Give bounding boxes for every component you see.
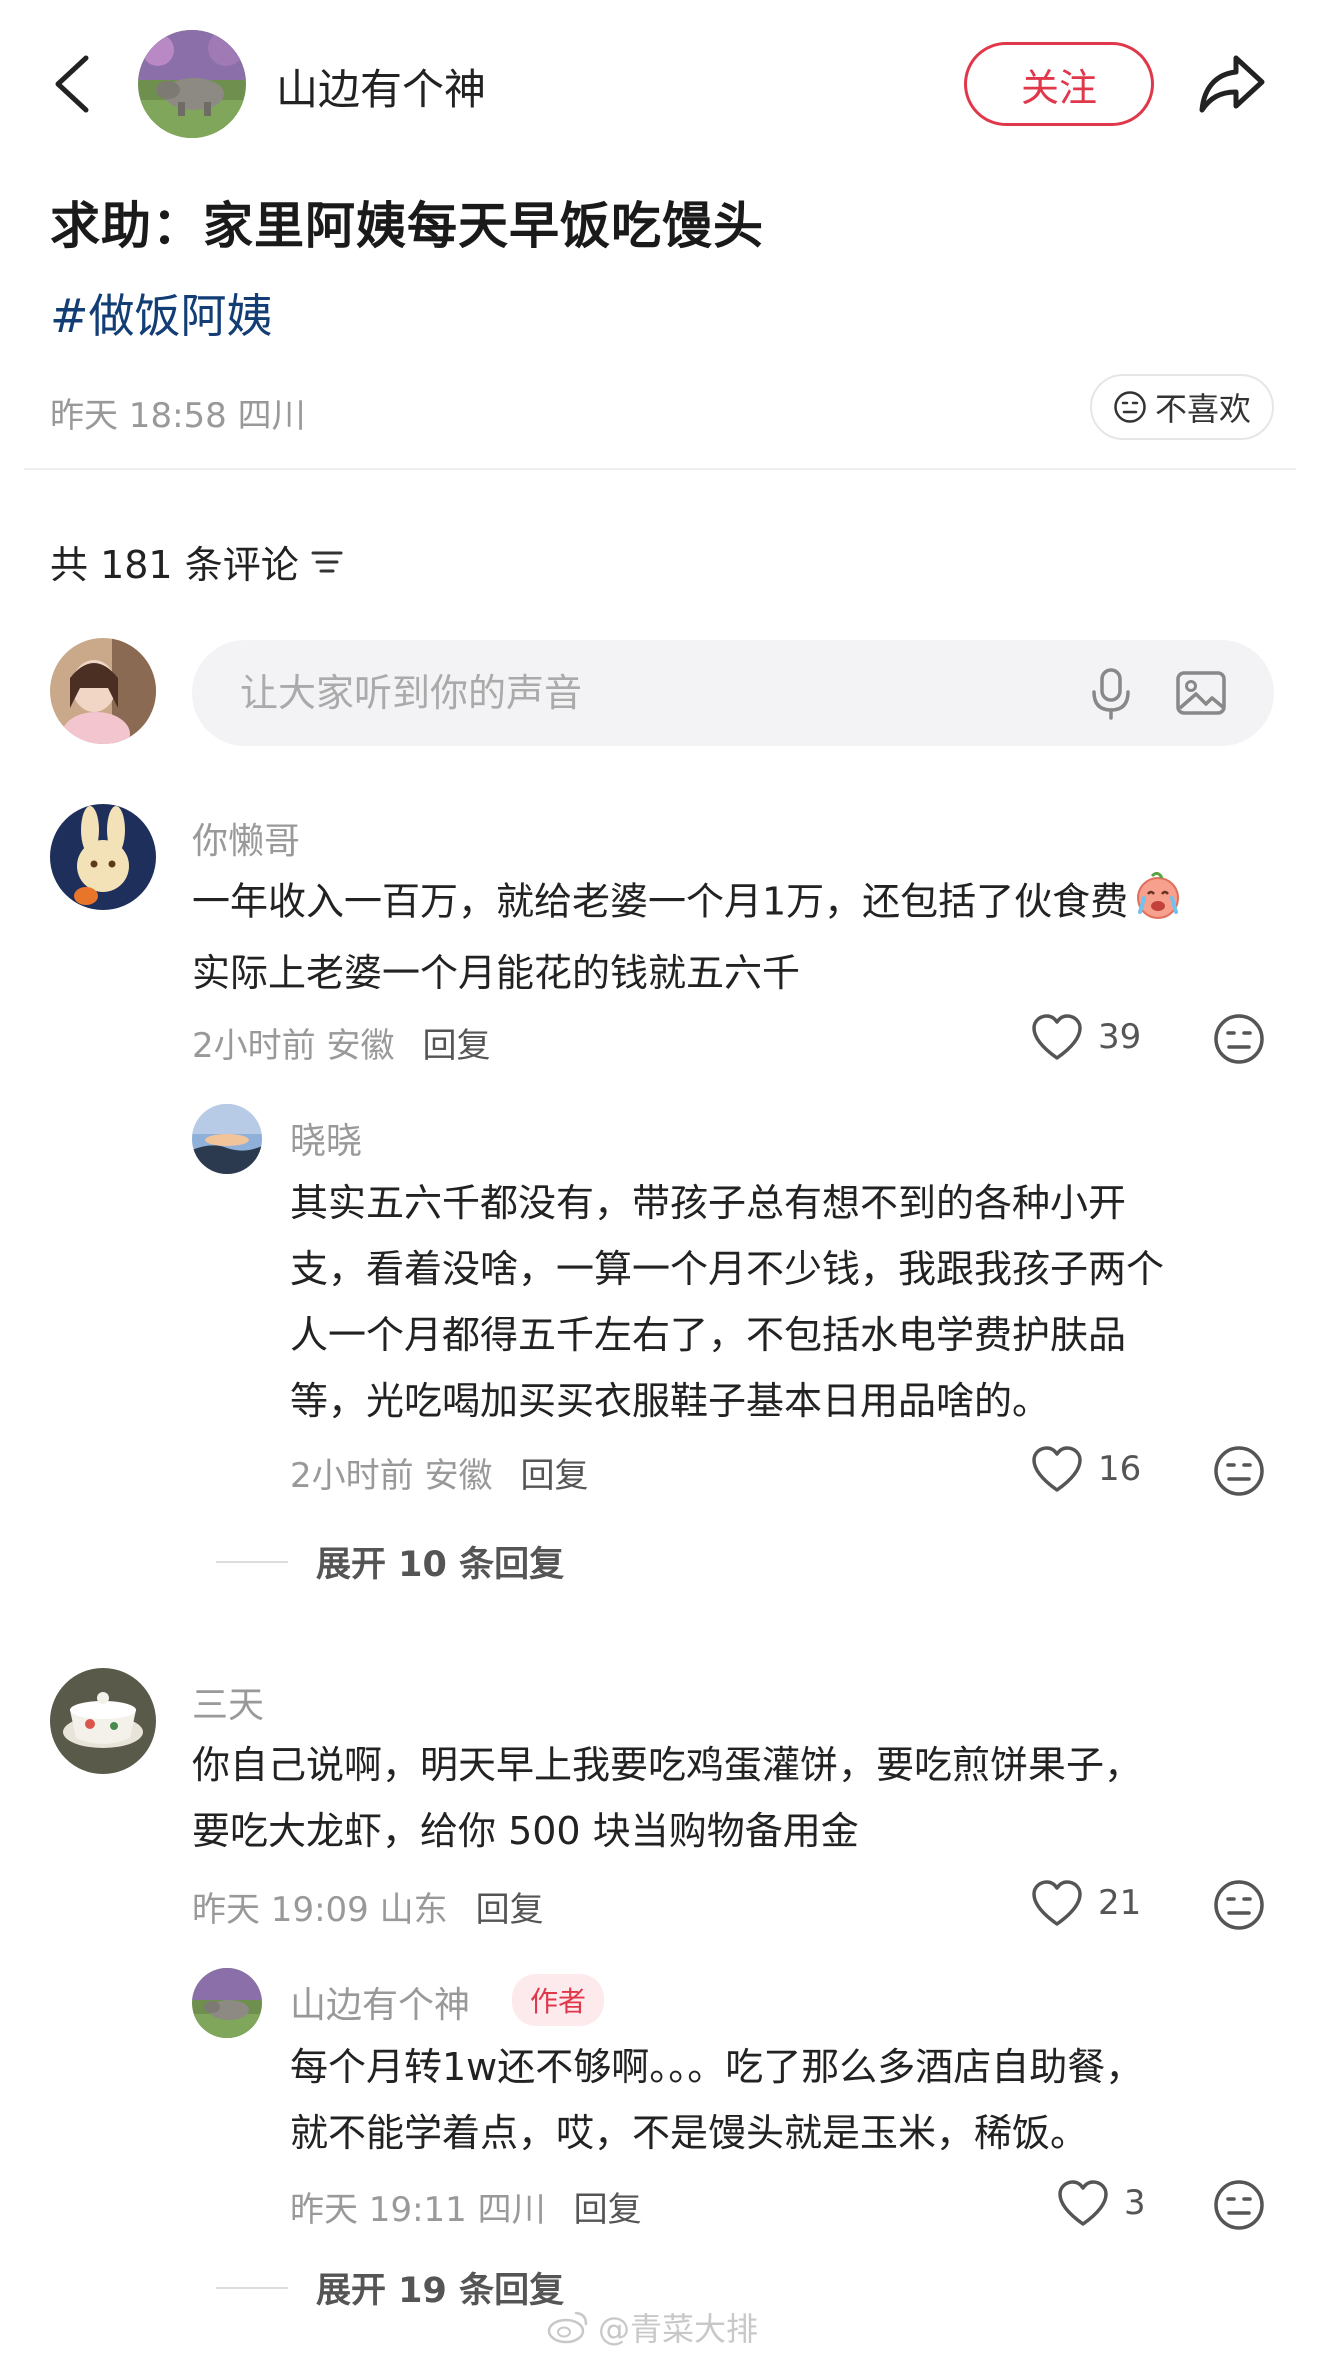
watermark-text: @青菜大排 <box>598 2310 759 2348</box>
reply-button[interactable]: 回复 <box>520 1456 588 1496</box>
divider-line <box>216 1560 288 1563</box>
meh-face-icon[interactable] <box>1212 1444 1266 1498</box>
back-icon[interactable] <box>50 52 94 116</box>
share-icon[interactable] <box>1196 52 1268 116</box>
commenter-name[interactable]: 你懒哥 <box>192 812 300 864</box>
image-icon[interactable] <box>1172 664 1230 722</box>
replier-avatar[interactable] <box>192 1104 262 1174</box>
commenter-avatar[interactable] <box>50 1668 156 1774</box>
heart-icon <box>1058 2180 1108 2226</box>
expand-replies-button[interactable]: 展开 10 条回复 <box>216 1536 564 1587</box>
follow-button[interactable]: 关注 <box>964 42 1154 126</box>
expand-replies-button[interactable]: 展开 19 条回复 <box>216 2262 564 2313</box>
meh-face-icon[interactable] <box>1212 1878 1266 1932</box>
reply-meta: 2小时前 安徽 回复 <box>290 1456 589 1496</box>
comment-line: 你自己说啊，明天早上我要吃鸡蛋灌饼，要吃煎饼果子， <box>192 1743 1143 1787</box>
reply-line: 每个月转1w还不够啊。。。吃了那么多酒店自助餐， <box>290 2045 1144 2089</box>
meh-face-icon[interactable] <box>1212 1012 1266 1066</box>
reply-meta: 昨天 19:11 四川 回复 <box>290 2190 642 2230</box>
reply-line: 支，看着没啥，一算一个月不少钱，我跟我孩子两个 <box>290 1247 1165 1291</box>
comment-text: 你自己说啊，明天早上我要吃鸡蛋灌饼，要吃煎饼果子， 要吃大龙虾，给你 500 块… <box>192 1732 1292 1864</box>
like-count: 21 <box>1098 1883 1142 1923</box>
author-badge: 作者 <box>512 1974 605 2026</box>
like-button[interactable]: 21 <box>1030 1878 1141 1928</box>
divider <box>24 468 1296 470</box>
watermark: @青菜大排 <box>546 2304 758 2350</box>
replier-name[interactable]: 晓晓 <box>290 1112 362 1164</box>
meh-face-icon <box>1114 391 1146 423</box>
meh-face-icon[interactable] <box>1212 2178 1266 2232</box>
reply-text: 每个月转1w还不够啊。。。吃了那么多酒店自助餐， 就不能学着点，哎，不是馒头就是… <box>290 2034 1290 2166</box>
author-name[interactable]: 山边有个神 <box>276 56 486 117</box>
heart-icon <box>1032 1014 1082 1060</box>
comment-count-label: 共 181 条评论 <box>50 543 299 587</box>
like-count: 39 <box>1098 1017 1142 1057</box>
post-meta: 昨天 18:58 四川 <box>50 396 306 436</box>
expand-replies-label: 展开 10 条回复 <box>316 1545 565 1585</box>
reply-button[interactable]: 回复 <box>422 1026 490 1066</box>
reply-button[interactable]: 回复 <box>574 2190 642 2230</box>
top-nav-bar: 山边有个神 关注 <box>0 0 1320 170</box>
replier-avatar[interactable] <box>192 1968 262 2038</box>
comment-count-sort[interactable]: 共 181 条评论 <box>50 534 345 589</box>
divider-line <box>216 2286 288 2289</box>
expand-replies-label: 展开 19 条回复 <box>316 2271 565 2311</box>
heart-icon <box>1032 1880 1082 1926</box>
reply-button[interactable]: 回复 <box>476 1890 544 1930</box>
comment-input-box[interactable] <box>192 640 1274 746</box>
comment-line: 一年收入一百万，就给老婆一个月1万，还包括了伙食费 <box>192 868 1292 940</box>
comment-line: 实际上老婆一个月能花的钱就五六千 <box>192 951 801 995</box>
comment-input[interactable] <box>240 662 1040 724</box>
current-user-avatar <box>50 638 156 744</box>
reply-line: 其实五六千都没有，带孩子总有想不到的各种小开 <box>290 1181 1127 1225</box>
mic-icon[interactable] <box>1082 664 1140 722</box>
like-count: 3 <box>1124 2183 1146 2223</box>
author-avatar[interactable] <box>138 30 246 138</box>
replier-name[interactable]: 山边有个神 <box>290 1976 470 2028</box>
comment-line: 要吃大龙虾，给你 500 块当购物备用金 <box>192 1809 859 1853</box>
dislike-label: 不喜欢 <box>1154 390 1251 428</box>
cry-emoji-icon <box>1132 868 1184 940</box>
dislike-button[interactable]: 不喜欢 <box>1090 374 1274 440</box>
weibo-icon <box>547 2311 588 2344</box>
comment-meta: 昨天 19:09 山东 回复 <box>192 1890 544 1930</box>
sort-icon[interactable] <box>309 547 345 577</box>
reply-text: 其实五六千都没有，带孩子总有想不到的各种小开 支，看着没啥，一算一个月不少钱，我… <box>290 1170 1290 1434</box>
like-button[interactable]: 3 <box>1056 2178 1146 2228</box>
post-title: 求助：家里阿姨每天早饭吃馒头 <box>50 197 764 255</box>
post-hashtag[interactable]: #做饭阿姨 <box>50 280 273 346</box>
comment-text: 一年收入一百万，就给老婆一个月1万，还包括了伙食费 实际上老婆一个月能花的钱就五… <box>192 868 1292 1006</box>
reply-line: 人一个月都得五千左右了，不包括水电学费护肤品 <box>290 1313 1127 1357</box>
reply-line: 就不能学着点，哎，不是馒头就是玉米，稀饭。 <box>290 2111 1089 2155</box>
reply-line: 等，光吃喝加买买衣服鞋子基本日用品啥的。 <box>290 1379 1051 1423</box>
commenter-avatar[interactable] <box>50 804 156 910</box>
like-button[interactable]: 39 <box>1030 1012 1141 1062</box>
like-count: 16 <box>1098 1449 1142 1489</box>
comment-meta: 2小时前 安徽 回复 <box>192 1026 491 1066</box>
like-button[interactable]: 16 <box>1030 1444 1141 1494</box>
commenter-name[interactable]: 三天 <box>192 1676 264 1728</box>
heart-icon <box>1032 1446 1082 1492</box>
